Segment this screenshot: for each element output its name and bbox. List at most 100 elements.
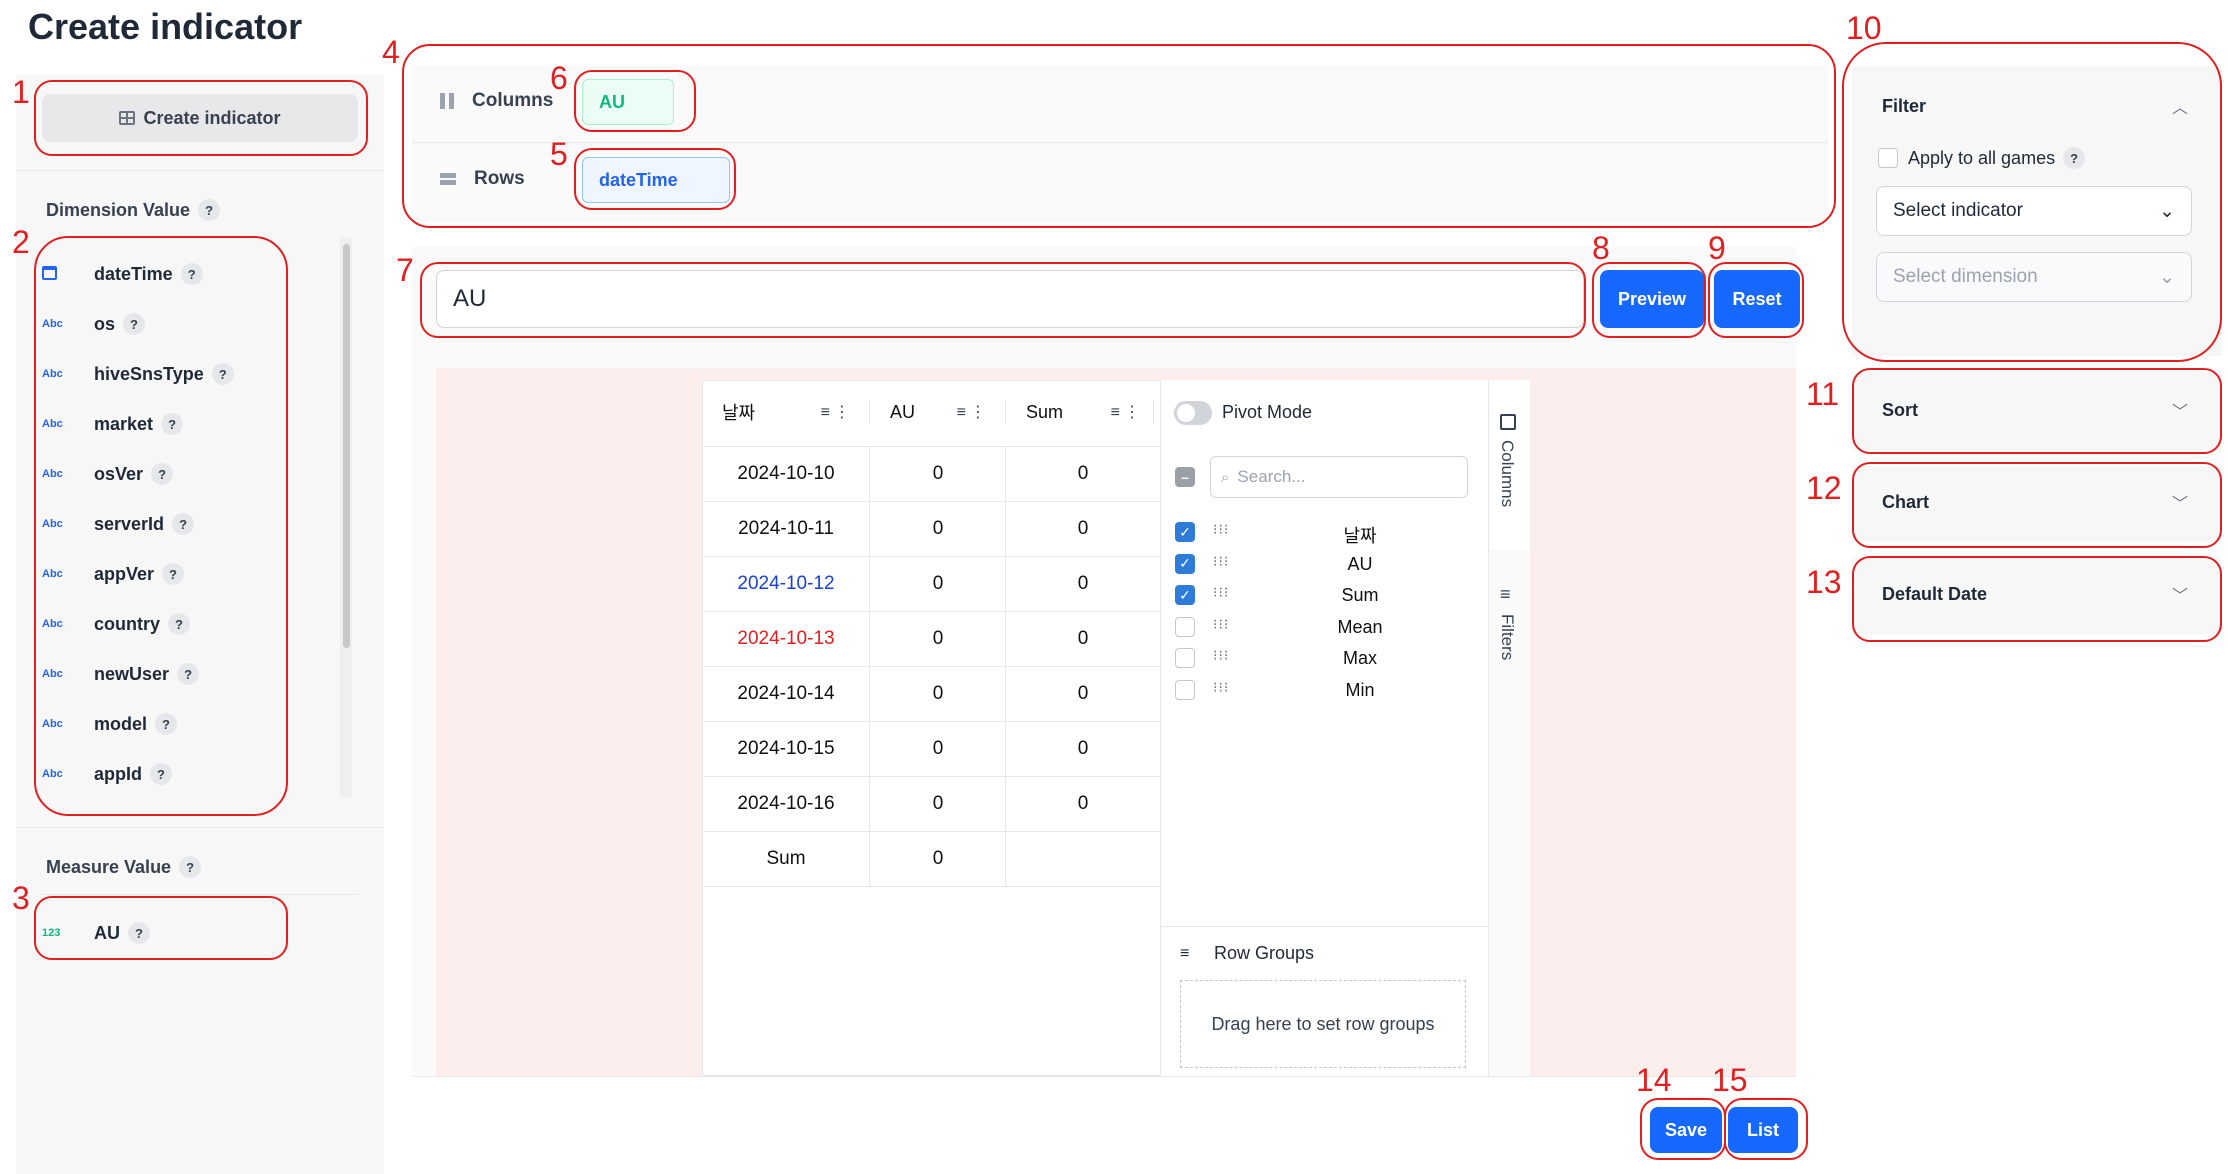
grid-sum-cell[interactable]: 0 xyxy=(1006,721,1160,776)
drag-handle-icon[interactable]: ⁝⁝⁝ xyxy=(1213,679,1229,696)
chart-title[interactable]: Chart xyxy=(1882,492,1929,513)
dimension-item-model[interactable]: Abc model? xyxy=(42,709,178,739)
grid-sum-cell[interactable]: 0 xyxy=(1006,776,1160,831)
grid-au-cell[interactable]: 0 xyxy=(870,611,1006,666)
dimension-item-appid[interactable]: Abc appId? xyxy=(42,759,172,789)
dimension-item-serverid[interactable]: Abc serverId? xyxy=(42,509,195,539)
help-icon[interactable]: ? xyxy=(123,313,146,335)
drag-handle-icon[interactable]: ⁝⁝⁝ xyxy=(1213,647,1229,664)
grid-sum-cell[interactable]: 0 xyxy=(1006,666,1160,721)
help-icon[interactable]: ? xyxy=(172,513,195,535)
row-chip-datetime[interactable]: dateTime xyxy=(582,157,730,203)
help-icon[interactable]: ? xyxy=(198,199,221,221)
text-type-icon: Abc xyxy=(42,768,63,780)
default-date-title[interactable]: Default Date xyxy=(1882,584,1987,605)
grid-au-cell[interactable]: 0 xyxy=(870,446,1006,501)
grid-date-cell[interactable]: 2024-10-11 xyxy=(702,501,870,556)
row-groups-dropzone[interactable]: Drag here to set row groups xyxy=(1180,980,1466,1068)
dimension-item-hivesnstype[interactable]: Abc hiveSnsType? xyxy=(42,359,234,389)
grid-date-cell[interactable]: 2024-10-15 xyxy=(702,721,870,776)
reset-button[interactable]: Reset xyxy=(1714,270,1800,328)
sort-title[interactable]: Sort xyxy=(1882,400,1918,421)
grid-au-cell[interactable]: 0 xyxy=(870,666,1006,721)
chevron-down-icon[interactable]: ﹀ xyxy=(2172,398,2188,422)
annotation-number: 7 xyxy=(396,252,414,288)
dimension-item-market[interactable]: Abc market? xyxy=(42,409,184,439)
preview-button[interactable]: Preview xyxy=(1600,270,1704,328)
column-checkbox[interactable] xyxy=(1175,616,1195,637)
column-search-input[interactable]: ⌕ Search... xyxy=(1210,456,1468,498)
indicator-name-input[interactable]: AU xyxy=(436,270,1584,328)
column-checkbox[interactable]: ✓ xyxy=(1175,522,1195,542)
dimension-scroll-thumb[interactable] xyxy=(343,244,350,648)
column-checkbox[interactable]: ✓ xyxy=(1175,585,1195,605)
dimension-item-os[interactable]: Abc os? xyxy=(42,309,146,339)
help-icon[interactable]: ? xyxy=(177,663,200,685)
dimension-item-newuser[interactable]: Abc newUser? xyxy=(42,659,200,689)
grid-au-cell[interactable]: 0 xyxy=(870,721,1006,776)
help-icon[interactable]: ? xyxy=(168,613,191,635)
columns-label: Columns xyxy=(440,90,553,112)
pivot-mode-label: Pivot Mode xyxy=(1222,402,1313,422)
column-checkbox[interactable] xyxy=(1175,679,1195,700)
apply-all-checkbox[interactable] xyxy=(1878,148,1898,168)
drag-handle-icon[interactable]: ⁝⁝⁝ xyxy=(1213,584,1229,601)
help-icon[interactable]: ? xyxy=(155,713,178,735)
select-dimension-dropdown[interactable]: Select dimension ⌄ xyxy=(1876,252,2192,302)
filter-menu-icon[interactable]: ≡⋮ xyxy=(957,402,990,422)
drag-handle-icon[interactable]: ⁝⁝⁝ xyxy=(1213,616,1229,633)
grid-date-cell[interactable]: 2024-10-12 xyxy=(702,556,870,611)
help-icon[interactable]: ? xyxy=(128,922,150,944)
grid-date-cell[interactable]: 2024-10-14 xyxy=(702,666,870,721)
column-header[interactable]: AU ≡⋮ xyxy=(890,392,996,432)
column-header-label: 날짜 xyxy=(722,403,756,423)
grid-au-cell[interactable]: 0 xyxy=(870,776,1006,831)
help-icon[interactable]: ? xyxy=(211,363,234,385)
filter-menu-icon[interactable]: ≡⋮ xyxy=(1111,402,1144,422)
chevron-up-icon[interactable]: ︿ xyxy=(2172,94,2188,118)
column-checkbox[interactable] xyxy=(1175,648,1195,668)
grid-sum-cell[interactable]: 0 xyxy=(1006,611,1160,666)
grid-sum-cell[interactable]: 0 xyxy=(1006,501,1160,556)
help-icon[interactable]: ? xyxy=(180,263,203,285)
column-checkbox[interactable]: ✓ xyxy=(1175,553,1195,574)
column-header[interactable]: Sum ≡⋮ xyxy=(1026,392,1150,432)
help-icon[interactable]: ? xyxy=(151,463,174,485)
list-button[interactable]: List xyxy=(1728,1107,1798,1153)
grid-au-cell[interactable]: 0 xyxy=(870,556,1006,611)
column-header[interactable]: 날짜 ≡⋮ xyxy=(722,392,860,432)
measure-value-label: Measure Value? xyxy=(46,856,202,878)
pivot-mode-toggle[interactable] xyxy=(1174,401,1212,425)
grid-date-cell[interactable]: 2024-10-13 xyxy=(702,611,870,666)
grid-au-cell[interactable]: 0 xyxy=(870,501,1006,556)
chevron-down-icon[interactable]: ﹀ xyxy=(2172,490,2188,514)
help-icon[interactable]: ? xyxy=(162,563,185,585)
grid-sum-cell[interactable]: 0 xyxy=(1006,446,1160,501)
select-indicator-dropdown[interactable]: Select indicator ⌄ xyxy=(1876,186,2192,236)
dimension-item-datetime[interactable]: dateTime? xyxy=(42,259,203,289)
chevron-down-icon[interactable]: ﹀ xyxy=(2172,582,2188,606)
help-icon[interactable]: ? xyxy=(161,413,184,435)
dimension-name: newUser xyxy=(94,663,170,684)
create-indicator-button[interactable]: Create indicator xyxy=(42,94,358,142)
dimension-item-appver[interactable]: Abc appVer? xyxy=(42,559,185,589)
drag-handle-icon[interactable]: ⁝⁝⁝ xyxy=(1213,553,1229,570)
column-chip-au[interactable]: AU xyxy=(582,79,674,125)
column-name: Max xyxy=(1342,648,1377,668)
help-icon[interactable]: ? xyxy=(179,856,202,878)
number-type-icon: 123 xyxy=(42,927,61,939)
drag-handle-icon[interactable]: ⁝⁝⁝ xyxy=(1213,521,1229,538)
annotation-number: 9 xyxy=(1708,230,1726,266)
measure-item-au[interactable]: 123 AU? xyxy=(42,918,150,948)
dimension-item-country[interactable]: Abc country? xyxy=(42,609,191,639)
filter-title[interactable]: Filter xyxy=(1882,96,1926,117)
help-icon[interactable]: ? xyxy=(2063,147,2086,169)
grid-date-cell[interactable]: 2024-10-10 xyxy=(702,446,870,501)
dimension-item-osver[interactable]: Abc osVer? xyxy=(42,459,174,489)
grid-sum-cell[interactable]: 0 xyxy=(1006,556,1160,611)
select-all-checkbox[interactable]: – xyxy=(1175,467,1195,487)
filter-menu-icon[interactable]: ≡⋮ xyxy=(821,402,854,422)
save-button[interactable]: Save xyxy=(1650,1107,1722,1153)
grid-date-cell[interactable]: 2024-10-16 xyxy=(702,776,870,831)
help-icon[interactable]: ? xyxy=(150,763,172,785)
